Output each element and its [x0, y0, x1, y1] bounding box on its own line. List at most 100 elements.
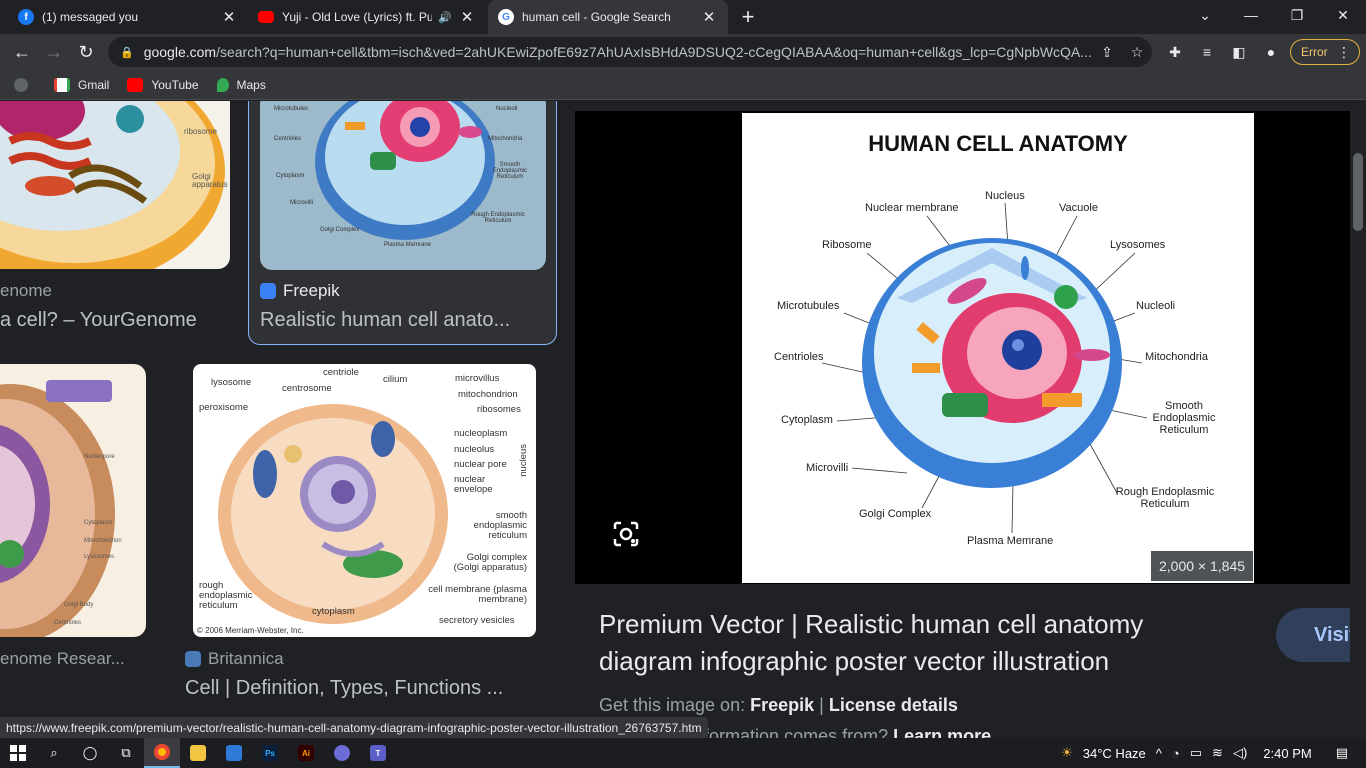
restore-button[interactable]: ❐ [1274, 0, 1320, 30]
result-source[interactable]: enome [0, 281, 52, 301]
illustrator-icon[interactable]: Ai [288, 738, 324, 768]
cortana-icon[interactable]: ◯ [72, 738, 108, 768]
windows-taskbar: ⌕ ◯ ⧉ Ps Ai T ☀ 34°C Haze ^ ◔ ▭ ≋ ◁) 2:4… [0, 738, 1366, 768]
google-lens-icon[interactable] [611, 519, 641, 549]
preview-labels: Nucleus Nuclear membrane Vacuole Ribosom… [774, 190, 1216, 547]
result-thumbnail-freepik[interactable]: Microtubules Nucleoli Centrioles Mitocho… [260, 101, 546, 270]
lock-icon[interactable]: 🔒 [120, 46, 134, 59]
minimize-button[interactable]: — [1228, 0, 1274, 30]
thumb-label: Golgi Complex [320, 227, 360, 233]
bookmark-label: YouTube [151, 77, 199, 92]
thumb-label: Golgi apparatus [192, 172, 228, 189]
result-title[interactable]: Realistic human cell anato... [260, 309, 540, 332]
share-icon[interactable]: ⇪ [1092, 44, 1122, 61]
back-icon[interactable]: ← [8, 38, 36, 66]
error-label: Error [1301, 45, 1328, 59]
result-title[interactable]: Cell | Definition, Types, Functions ... [185, 677, 535, 700]
url-text: google.com/search?q=human+cell&tbm=isch&… [143, 44, 1092, 60]
status-bar-url: https://www.freepik.com/premium-vector/r… [0, 717, 708, 739]
app-icon[interactable] [324, 738, 360, 768]
thumb-label: Cytoplasm [84, 520, 113, 526]
address-bar[interactable]: 🔒 google.com/search?q=human+cell&tbm=isc… [108, 37, 1152, 67]
media-control-icon[interactable]: ≡ [1195, 40, 1219, 64]
thumb-label: ribosome [184, 127, 217, 136]
tab-youtube[interactable]: Yuji - Old Love (Lyrics) ft. Put 🔊 ✕ [248, 0, 486, 34]
facebook-icon: f [18, 9, 34, 25]
bookmark-youtube[interactable]: YouTube [127, 77, 199, 92]
weather-icon: ☀ [1061, 745, 1073, 760]
bookmark-maps[interactable]: Maps [216, 77, 266, 92]
google-icon: G [498, 9, 514, 25]
windows-icon [10, 745, 26, 761]
start-button[interactable] [0, 738, 36, 768]
youtube-icon [258, 11, 274, 23]
close-icon[interactable]: ✕ [700, 8, 718, 26]
teams-icon[interactable]: T [360, 738, 396, 768]
tab-search-icon[interactable]: ⌄ [1182, 0, 1228, 30]
clock[interactable]: 2:40 PM [1263, 746, 1311, 761]
tab-google-search[interactable]: G human cell - Google Search ✕ [488, 0, 728, 34]
task-view-icon[interactable]: ⧉ [108, 738, 144, 768]
gmail-icon [54, 77, 70, 92]
close-window-button[interactable]: ✕ [1320, 0, 1366, 30]
network-icon[interactable]: ◔ [1172, 746, 1180, 761]
bookmark-label: Maps [236, 77, 266, 92]
preview-image[interactable]: HUMAN CELL ANATOMY Nucleus Nuclear membr… [742, 113, 1254, 583]
result-title[interactable]: a cell? – YourGenome [0, 309, 225, 332]
side-panel-icon[interactable]: ◧ [1227, 40, 1251, 64]
thumb-label: Centrioles [54, 620, 82, 626]
close-icon[interactable]: ✕ [458, 8, 476, 26]
result-source[interactable]: enome Resear... [0, 649, 125, 669]
bookmark-label: Gmail [78, 77, 110, 92]
result-thumbnail-yourgenome-research[interactable]: Nucleopore Cytoplasm Mitochondrion Lysos… [0, 364, 146, 637]
preview-media: HUMAN CELL ANATOMY Nucleus Nuclear membr… [575, 111, 1350, 584]
thumb-label: Smooth Endoplasmic Reticulum [492, 162, 528, 180]
thumb-label: Microtubules [274, 106, 309, 112]
britannica-icon [185, 651, 201, 667]
result-thumbnail-britannica[interactable]: centriole lysosome centrosome cilium mic… [193, 364, 536, 637]
photoshop-icon[interactable]: Ps [252, 738, 288, 768]
volume-icon[interactable]: ◁) [1233, 745, 1247, 761]
tab-strip: f (1) messaged you ✕ Yuji - Old Love (Ly… [0, 0, 1366, 34]
forward-icon[interactable]: → [40, 38, 68, 66]
result-source[interactable]: Freepik [260, 281, 340, 301]
result-thumbnail-yourgenome[interactable]: lysosome ribosome Golgi apparatus [0, 101, 230, 269]
youtube-icon [127, 77, 144, 92]
chevron-up-icon[interactable]: ^ [1156, 746, 1162, 761]
result-source[interactable]: Britannica [185, 649, 284, 669]
image-dimensions: 2,000 × 1,845 [1151, 551, 1254, 581]
new-tab-button[interactable]: + [735, 4, 761, 30]
extensions-icon[interactable]: ✚ [1163, 40, 1187, 64]
preview-title[interactable]: Premium Vector | Realistic human cell an… [599, 606, 1219, 680]
cell-illustration [0, 380, 115, 637]
scrollbar[interactable] [1350, 101, 1366, 741]
apps-bookmark[interactable] [14, 77, 36, 92]
reload-icon[interactable]: ↻ [72, 38, 100, 66]
profile-icon[interactable]: ● [1259, 40, 1283, 64]
tab-facebook[interactable]: f (1) messaged you ✕ [8, 0, 248, 34]
bookmark-gmail[interactable]: Gmail [54, 77, 110, 92]
weather-text[interactable]: 34°C Haze [1083, 746, 1146, 761]
license-details-link[interactable]: License details [829, 695, 958, 715]
error-button[interactable]: Error ⋮ [1290, 39, 1360, 65]
maps-icon [216, 77, 229, 92]
thumb-label: Lysosomes [84, 554, 115, 560]
scrollbar-thumb[interactable] [1353, 153, 1363, 231]
source-link[interactable]: Freepik [750, 695, 814, 715]
search-icon[interactable]: ⌕ [36, 738, 72, 768]
store-icon[interactable] [216, 738, 252, 768]
bookmark-star-icon[interactable]: ☆ [1122, 44, 1152, 61]
chrome-taskbar-icon[interactable] [144, 738, 180, 768]
notifications-icon[interactable]: ▤ [1336, 745, 1348, 761]
selected-result-card[interactable]: Microtubules Nucleoli Centrioles Mitocho… [248, 101, 557, 345]
wifi-icon[interactable]: ≋ [1212, 745, 1223, 761]
speaker-icon[interactable]: 🔊 [438, 11, 452, 24]
battery-icon[interactable]: ▭ [1190, 745, 1202, 761]
britannica-labels: centriole lysosome centrosome cilium mic… [197, 367, 529, 636]
browser-toolbar: ← → ↻ 🔒 google.com/search?q=human+cell&t… [0, 34, 1366, 70]
close-icon[interactable]: ✕ [220, 8, 238, 26]
thumb-label: Plasma Memrane [384, 242, 432, 248]
menu-icon[interactable]: ⋮ [1337, 44, 1351, 61]
tab-title: Yuji - Old Love (Lyrics) ft. Put [282, 10, 433, 24]
file-explorer-icon[interactable] [180, 738, 216, 768]
